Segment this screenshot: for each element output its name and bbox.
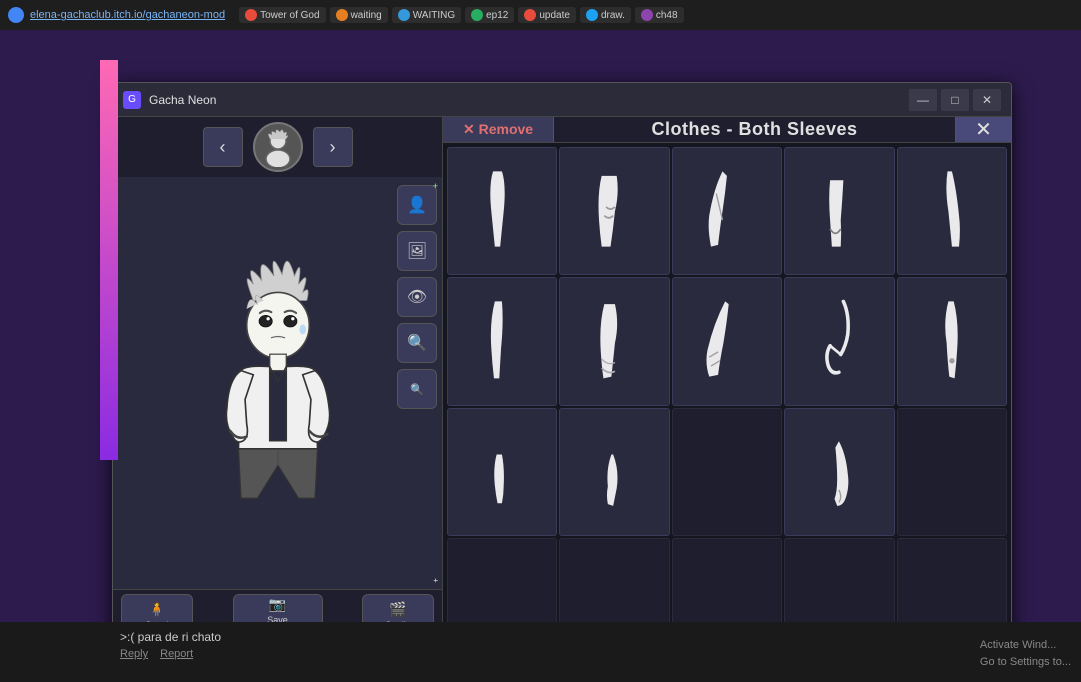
left-panel: ‹ › [113,117,443,641]
clothes-item-14[interactable] [784,408,894,536]
app-window: G Gacha Neon — □ ✕ ‹ [112,82,1012,642]
maximize-button[interactable]: □ [941,89,969,111]
tab-ep12[interactable]: ep12 [465,7,514,23]
sleeve-icon-1 [464,167,540,256]
window-close-button[interactable]: ✕ [973,89,1001,111]
character-display: 👤 + 🖼 👁 🔍 + [113,177,442,589]
window-title: Gacha Neon [149,93,901,107]
clothes-close-button[interactable]: ✕ [955,117,1011,142]
report-link[interactable]: Report [160,648,193,660]
sleeve-icon-4: ぁ [801,167,877,256]
sleeve-icon-5 [914,167,990,256]
sleeve-icon-7 [577,297,653,386]
clothes-item-6[interactable] [447,277,557,405]
remove-button[interactable]: ✕ Remove [443,117,554,142]
clothes-item-9[interactable] [784,277,894,405]
comment-actions: Reply Report [120,648,961,660]
tab-update[interactable]: update [518,7,576,23]
sleeve-icon-14 [801,428,877,517]
clothes-grid: ぁ [443,143,1011,642]
background-button[interactable]: 🖼 [397,231,437,271]
sidebar-strip [100,60,118,460]
window-controls: — □ ✕ [909,89,1001,111]
browser-url[interactable]: elena-gachaclub.itch.io/gachaneon-mod [30,9,225,21]
app-icon: G [123,91,141,109]
svg-text:ぁ: ぁ [833,205,840,213]
sleeve-icon-10 [914,297,990,386]
clothes-title: Clothes - Both Sleeves [554,119,955,140]
desktop: G Gacha Neon — □ ✕ ‹ [0,30,1081,682]
sleeve-icon-6 [464,297,540,386]
clothes-item-12[interactable] [559,408,669,536]
zoom-in-button[interactable]: 🔍 + [397,323,437,363]
char-prev-button[interactable]: ‹ [203,127,243,167]
sidebar-icon-panel: 👤 + 🖼 👁 🔍 + [392,177,442,589]
clothes-item-8[interactable] [672,277,782,405]
comment-area: >:( para de ri chato Reply Report [0,622,1081,682]
comment-text: >:( para de ri chato [120,630,961,644]
clothes-item-15[interactable] [897,408,1007,536]
avatar-icon [258,127,298,167]
character-avatar [253,122,303,172]
minimize-button[interactable]: — [909,89,937,111]
character-navigation: ‹ › [113,117,442,177]
add-character-button[interactable]: 👤 + [397,185,437,225]
tab-tower-of-god[interactable]: Tower of God [239,7,325,23]
clothes-item-1[interactable] [447,147,557,275]
reply-link[interactable]: Reply [120,648,148,660]
clothes-item-2[interactable] [559,147,669,275]
sleeve-icon-12 [577,428,653,517]
browser-tabs: Tower of God waiting WAITING ep12 update… [239,7,683,23]
title-bar: G Gacha Neon — □ ✕ [113,83,1011,117]
clothes-item-13[interactable] [672,408,782,536]
sleeve-icon-9 [801,297,877,386]
sleeve-icon-3 [689,167,765,256]
activate-windows-notice: Activate Wind... Go to Settings to... [980,637,1071,672]
taskbar: elena-gachaclub.itch.io/gachaneon-mod To… [0,0,1081,30]
clothes-item-10[interactable] [897,277,1007,405]
zoom-out-button[interactable]: 🔍 − [397,369,437,409]
tab-waiting2[interactable]: WAITING [392,7,461,23]
clothes-panel: ✕ Remove Clothes - Both Sleeves ✕ [443,117,1011,641]
browser-favicon [8,7,24,23]
clothes-item-3[interactable] [672,147,782,275]
clothes-item-7[interactable] [559,277,669,405]
sleeve-icon-2 [577,167,653,256]
clothes-item-5[interactable] [897,147,1007,275]
character-sprite [178,243,378,523]
sleeve-icon-8 [689,297,765,386]
tab-waiting[interactable]: waiting [330,7,388,23]
visibility-button[interactable]: 👁 [397,277,437,317]
tab-twitter[interactable]: draw. [580,7,631,23]
sleeve-icon-11 [464,428,540,517]
content-area: ‹ › [113,117,1011,641]
tab-ch48[interactable]: ch48 [635,7,684,23]
clothes-item-11[interactable] [447,408,557,536]
clothes-header: ✕ Remove Clothes - Both Sleeves ✕ [443,117,1011,143]
clothes-item-4[interactable]: ぁ [784,147,894,275]
char-next-button[interactable]: › [313,127,353,167]
